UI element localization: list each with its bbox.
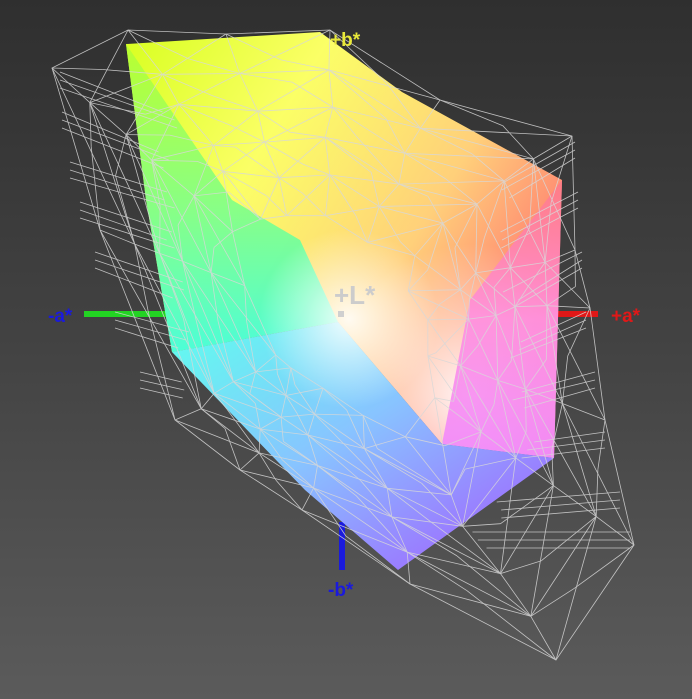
neg-b-axis-label: -b* [328, 580, 354, 601]
gamut-3d-view: +b* -a* +a* -b* +L* [48, 29, 641, 661]
pos-a-axis-label: +a* [611, 306, 641, 327]
neg-a-axis-label: -a* [48, 306, 73, 327]
pos-b-axis-label: +b* [330, 30, 361, 51]
l-axis-label: +L* [334, 280, 376, 310]
l-axis-marker [338, 311, 344, 317]
